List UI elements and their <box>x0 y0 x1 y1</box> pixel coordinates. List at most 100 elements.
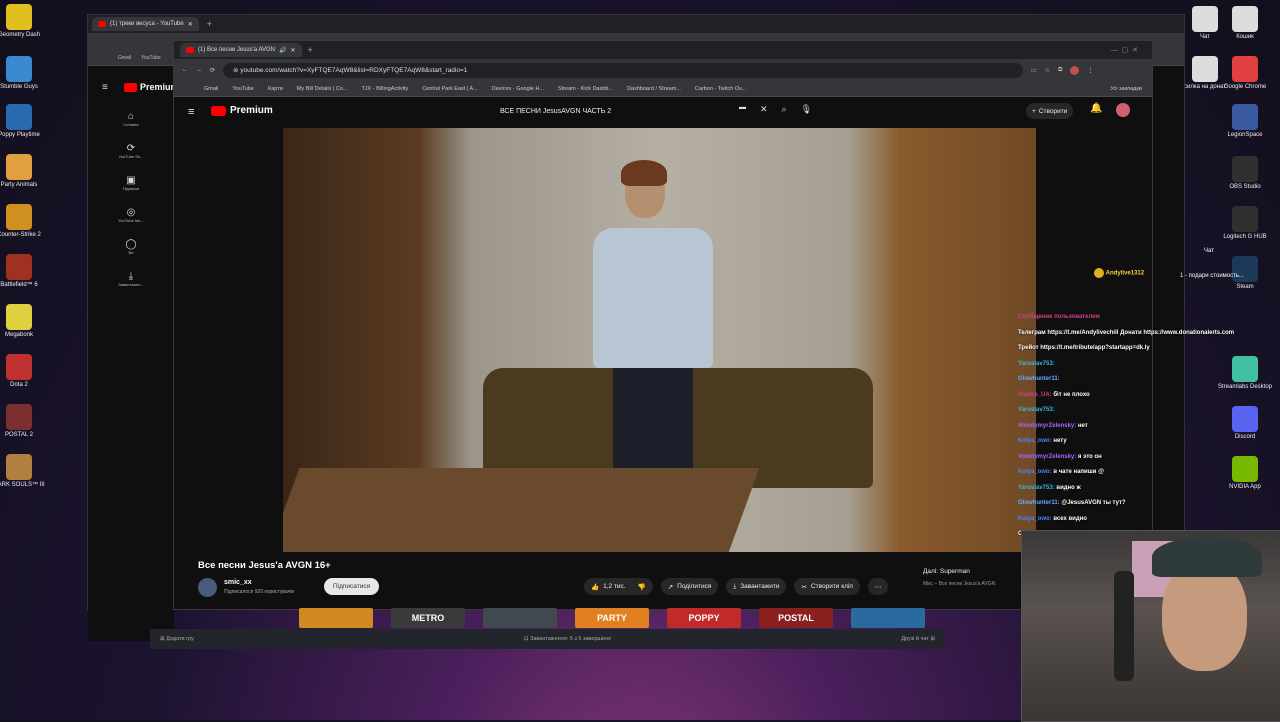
sidebar-item-головна[interactable]: ⌂ Головна <box>88 111 174 127</box>
sidebar-item-youtube-sh[interactable]: ⟳ YouTube Sh... <box>88 143 174 159</box>
star-icon[interactable]: ☆ <box>1045 67 1050 74</box>
create-button[interactable]: + Створити <box>1026 103 1074 119</box>
tab-back[interactable]: (1) треки весуса - YouTube ✕ <box>92 17 199 31</box>
bookmark-tjx-billingactivity[interactable]: TJX - BillingActivity <box>361 86 408 92</box>
mic-icon[interactable]: 🎙 <box>801 104 812 115</box>
bookmark-central-park-east-a[interactable]: Central Park East | A... <box>422 86 478 92</box>
desktop-icon-dota-2[interactable]: Dota 2 <box>0 354 47 389</box>
bookmark-devices-google-h[interactable]: Devices - Google H... <box>492 86 544 92</box>
kebab-menu-icon[interactable]: ⋮ <box>1087 67 1093 74</box>
clip-button[interactable]: ✂ Створити кліп <box>794 578 860 595</box>
bookmark-stream-kick-dashb[interactable]: Stream - Kick Dashb... <box>558 86 613 92</box>
sidebar-item-підписки[interactable]: ▣ Підписки <box>88 175 174 191</box>
bookmark-dashboard-stream[interactable]: Dashboard / Stream... <box>627 86 681 92</box>
profile-avatar-icon[interactable] <box>1070 65 1080 75</box>
bookmark-my-bill-details-co[interactable]: My Bill Details | Co... <box>297 86 348 92</box>
desktop-icon-postal-2[interactable]: POSTAL 2 <box>0 404 47 439</box>
desktop-icon-counter-strike-2[interactable]: Counter-Strike 2 <box>0 204 47 239</box>
search-input[interactable]: ВСЕ ПЕСНИ JesusAVGN ЧАСТЬ 2 <box>500 103 770 120</box>
chat-username: Kolya_owo: <box>1018 469 1054 475</box>
channel-name[interactable]: smic_xx <box>224 579 252 586</box>
site-info-icon[interactable]: ⊜ <box>233 66 240 74</box>
channel-subscribers: Підписалося 920 користувачів <box>224 589 295 595</box>
avatar[interactable] <box>1116 103 1130 117</box>
download-button[interactable]: ⤓ Завантажити <box>726 578 787 595</box>
bookmark-youtube[interactable]: YouTube <box>232 86 254 92</box>
chat-message: VolodymyrZelensky: я это он <box>1018 450 1280 466</box>
speaker-icon: 🔊 <box>278 47 287 54</box>
downloads-status[interactable]: ⊡ Завантаження: 5 з 5 завершено <box>524 636 611 642</box>
video-player[interactable] <box>283 128 1036 552</box>
clear-search-icon[interactable]: ✕ <box>760 104 768 115</box>
coin-icon <box>1094 268 1104 278</box>
sidebar-item-завантажен[interactable]: ⤓ Завантажен... <box>88 271 174 287</box>
sidebar-item-youtube-mu[interactable]: ◎ YouTube Mu... <box>88 207 174 223</box>
all-bookmarks-button[interactable]: Усі закладки <box>1110 86 1142 92</box>
keyboard-icon[interactable]: ▬ <box>739 104 746 115</box>
thumbs-down-icon[interactable]: 👎 <box>638 583 646 591</box>
chat-username: Сообщение пользователем <box>1018 314 1100 320</box>
steam-game-thumbnail[interactable] <box>299 608 373 628</box>
menu-icon[interactable]: ≡ <box>188 106 194 118</box>
menu-icon[interactable]: ≡ <box>102 82 108 93</box>
up-next-title[interactable]: Далі: Superman <box>923 568 970 575</box>
youtube-logo[interactable]: Premium <box>211 105 273 116</box>
bookmark-карти[interactable]: Карти <box>268 86 283 92</box>
close-icon[interactable]: ✕ <box>290 47 295 54</box>
close-icon[interactable]: ✕ <box>188 21 193 28</box>
subscribe-button[interactable]: Підписатися <box>324 578 380 595</box>
desktop-icon-obs-studio[interactable]: OBS Studio <box>1217 156 1273 191</box>
more-actions-button[interactable]: ⋯ <box>867 578 889 595</box>
browser-window-front[interactable]: (1) Все песни Jesus'a AVGN 🔊 ✕ + — ▢ ✕ ←… <box>173 40 1153 610</box>
desktop-icon-stumble-guys[interactable]: Stumble Guys <box>0 56 47 91</box>
bookmark-gmail[interactable]: Gmail <box>204 86 218 92</box>
desktop-icon-legionspace[interactable]: LegionSpace <box>1217 104 1273 139</box>
steam-game-thumbnail[interactable]: POPPY <box>667 608 741 628</box>
steam-game-thumbnail[interactable] <box>483 608 557 628</box>
app-icon <box>1232 56 1258 82</box>
bookmark-carbon-twitch-ov[interactable]: Carbon - Twitch Ov... <box>695 86 746 92</box>
desktop-icon-poppy-playtime[interactable]: Poppy Playtime <box>0 104 47 139</box>
steam-game-thumbnail[interactable]: POSTAL <box>759 608 833 628</box>
desktop-icon-battlefield-6[interactable]: Battlefield™ 6 <box>0 254 47 289</box>
like-button[interactable]: 👍 1,2 тис. 👎 <box>584 578 653 595</box>
sidebar-item-label: YouTube Mu... <box>118 218 144 223</box>
add-game-button[interactable]: ⊞ Додати гру <box>160 636 194 642</box>
search-icon[interactable]: ⌕ <box>782 104 787 115</box>
sidebar-item-label: Головна <box>123 122 139 127</box>
forward-icon[interactable]: → <box>196 67 202 73</box>
url-field[interactable]: ⊜ youtube.com/watch?v=XyFTQE7AqW8&list=R… <box>223 62 1024 78</box>
window-controls[interactable]: — ▢ ✕ <box>1111 46 1138 54</box>
youtube-logo-back[interactable]: Premium <box>124 82 179 92</box>
desktop-icon-dark-souls-iii[interactable]: DARK SOULS™ III <box>0 454 47 489</box>
new-tab-icon[interactable]: + <box>308 45 313 55</box>
cast-icon[interactable]: ▭ <box>1031 67 1037 74</box>
desktop-icon-label: OBS Studio <box>1229 184 1261 190</box>
desktop-icon-logitech-g-hub[interactable]: Logitech G HUB <box>1217 206 1273 241</box>
reload-icon[interactable]: ⟳ <box>210 67 215 74</box>
desktop-icon-geometry-dash[interactable]: Geometry Dash <box>0 4 47 39</box>
up-next-subtitle: Мікс – Все песни Jesus'a AVGN <box>923 581 996 587</box>
friends-chat-button[interactable]: Друзі й чат ⊞ <box>901 636 935 642</box>
bookmark-youtube[interactable]: YouTube <box>141 55 161 61</box>
steam-game-thumbnail[interactable]: PARTY <box>575 608 649 628</box>
channel-avatar[interactable] <box>198 578 217 597</box>
chat-username: Kolya_owo: <box>1018 515 1054 522</box>
back-icon[interactable]: ← <box>182 67 188 73</box>
sidebar-item-ви[interactable]: ◯ Ви <box>88 239 174 255</box>
desktop-icon-party-animals[interactable]: Party Animals <box>0 154 47 189</box>
download-icon: ⤓ <box>733 582 737 590</box>
bell-icon[interactable]: 🔔 <box>1090 103 1102 114</box>
steam-game-thumbnail[interactable] <box>851 608 925 628</box>
bookmark-gmail[interactable]: Gmail <box>118 55 131 61</box>
desktop-icon-label: DARK SOULS™ III <box>0 482 45 488</box>
steam-game-thumbnail[interactable]: METRO <box>391 608 465 628</box>
desktop-icon-google-chrome[interactable]: Google Chrome <box>1217 56 1273 91</box>
chat-username: Yaroslav753: <box>1018 484 1057 491</box>
tab-active[interactable]: (1) Все песни Jesus'a AVGN 🔊 ✕ <box>180 43 302 57</box>
extensions-icon[interactable]: ⧉ <box>1058 67 1062 74</box>
new-tab-icon[interactable]: + <box>207 19 212 29</box>
share-button[interactable]: ↗ Поділитися <box>660 578 719 595</box>
desktop-icon-кошик[interactable]: Кошик <box>1217 6 1273 41</box>
desktop-icon-megabonk[interactable]: Megabonk <box>0 304 47 339</box>
